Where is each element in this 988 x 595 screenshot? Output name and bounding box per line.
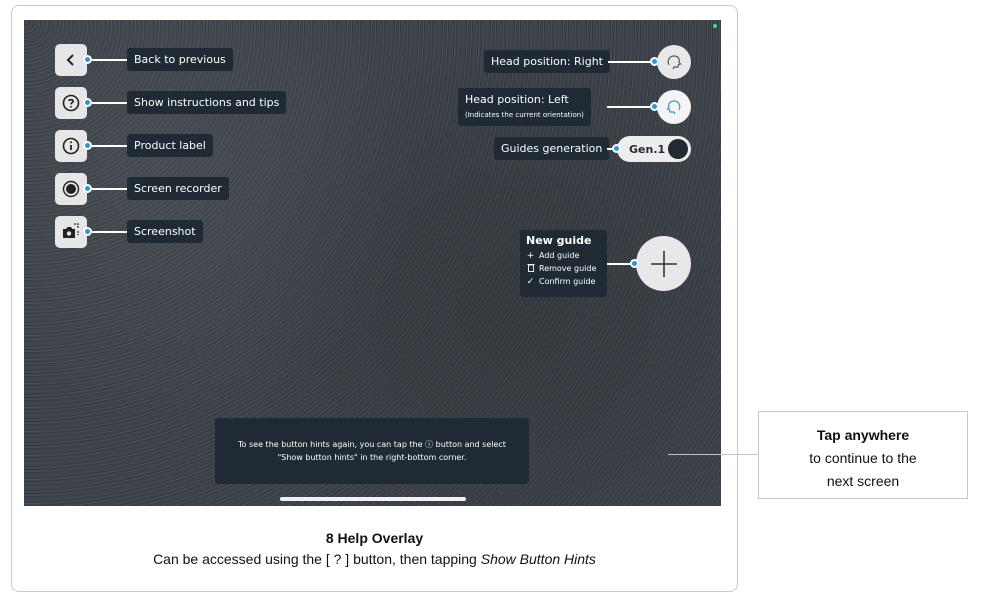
caption-subtitle-emphasis: Show Button Hints (480, 551, 596, 567)
hint-screenshot: Screenshot (127, 220, 203, 243)
menu-item-label: Confirm guide (539, 277, 596, 286)
hint-dot (83, 141, 92, 150)
trash-icon (526, 263, 535, 275)
plus-icon (650, 250, 677, 277)
note-line-3: next screen (826, 473, 900, 489)
menu-item-label: Add guide (539, 251, 580, 260)
hint-connector (92, 59, 127, 61)
hint-head-right: Head position: Right (484, 50, 610, 73)
hint-dot (630, 259, 639, 268)
hint-dot (83, 55, 92, 64)
plus-icon: + (526, 250, 535, 261)
hint-dot (83, 98, 92, 107)
hint-dot (83, 227, 92, 236)
head-left-button[interactable] (657, 90, 691, 124)
camera-icon (63, 223, 79, 238)
head-right-icon (667, 55, 682, 70)
hint-connector (92, 102, 127, 104)
info-circle-icon (62, 137, 80, 155)
hint-dot (612, 144, 621, 153)
message-line-1: To see the button hints again, you can t… (238, 440, 506, 449)
hint-screen-recorder: Screen recorder (127, 177, 229, 200)
hint-dot (83, 184, 92, 193)
note-line-2: to continue to the (809, 450, 917, 466)
question-circle-icon (62, 94, 80, 112)
hint-head-left: Head position: Left (Indicates the curre… (458, 88, 591, 126)
hint-connector (92, 188, 127, 190)
note-title: Tap anywhere (816, 427, 910, 443)
menu-item-remove-guide: Remove guide (526, 262, 601, 275)
hint-guides-generation: Guides generation (494, 137, 610, 160)
toggle-label: Gen.1 (629, 142, 666, 156)
new-guide-menu: New guide + Add guide Remove guide ✓ Con… (520, 230, 607, 297)
new-guide-title: New guide (526, 234, 592, 247)
caption-title: 8 Help Overlay (325, 530, 424, 546)
record-icon (62, 180, 80, 198)
caption-subtitle: Can be accessed using the [ ? ] button, … (11, 551, 738, 567)
tap-anywhere-note: Tap anywhere to continue to the next scr… (758, 411, 968, 499)
chevron-left-icon (66, 54, 74, 66)
hint-connector (608, 61, 652, 63)
hint-connector (92, 231, 127, 233)
head-left-icon (666, 100, 681, 115)
hint-instructions: Show instructions and tips (127, 91, 287, 114)
menu-item-label: Remove guide (539, 264, 597, 273)
hint-back: Back to previous (127, 48, 233, 71)
hint-product-label: Product label (127, 134, 213, 157)
button-hints-message: To see the button hints again, you can t… (215, 418, 529, 484)
status-indicator (713, 24, 717, 28)
guides-generation-toggle[interactable]: Gen.1 (617, 136, 691, 162)
hint-head-left-title: Head position: Left (465, 93, 569, 106)
hint-head-left-subtitle: (Indicates the current orientation) (465, 111, 584, 119)
new-guide-button[interactable] (636, 236, 691, 291)
head-right-button[interactable] (657, 45, 691, 79)
check-icon: ✓ (526, 276, 535, 287)
hint-connector (607, 106, 652, 108)
caption-subtitle-prefix: Can be accessed using the [ ? ] button, … (153, 551, 481, 567)
message-line-2: "Show button hints" in the right-bottom … (277, 453, 467, 462)
hint-connector (92, 145, 127, 147)
note-connector (668, 454, 758, 455)
toggle-knob (668, 139, 688, 159)
home-indicator[interactable] (280, 497, 466, 501)
menu-item-add-guide: + Add guide (526, 249, 601, 262)
menu-item-confirm-guide: ✓ Confirm guide (526, 275, 601, 288)
